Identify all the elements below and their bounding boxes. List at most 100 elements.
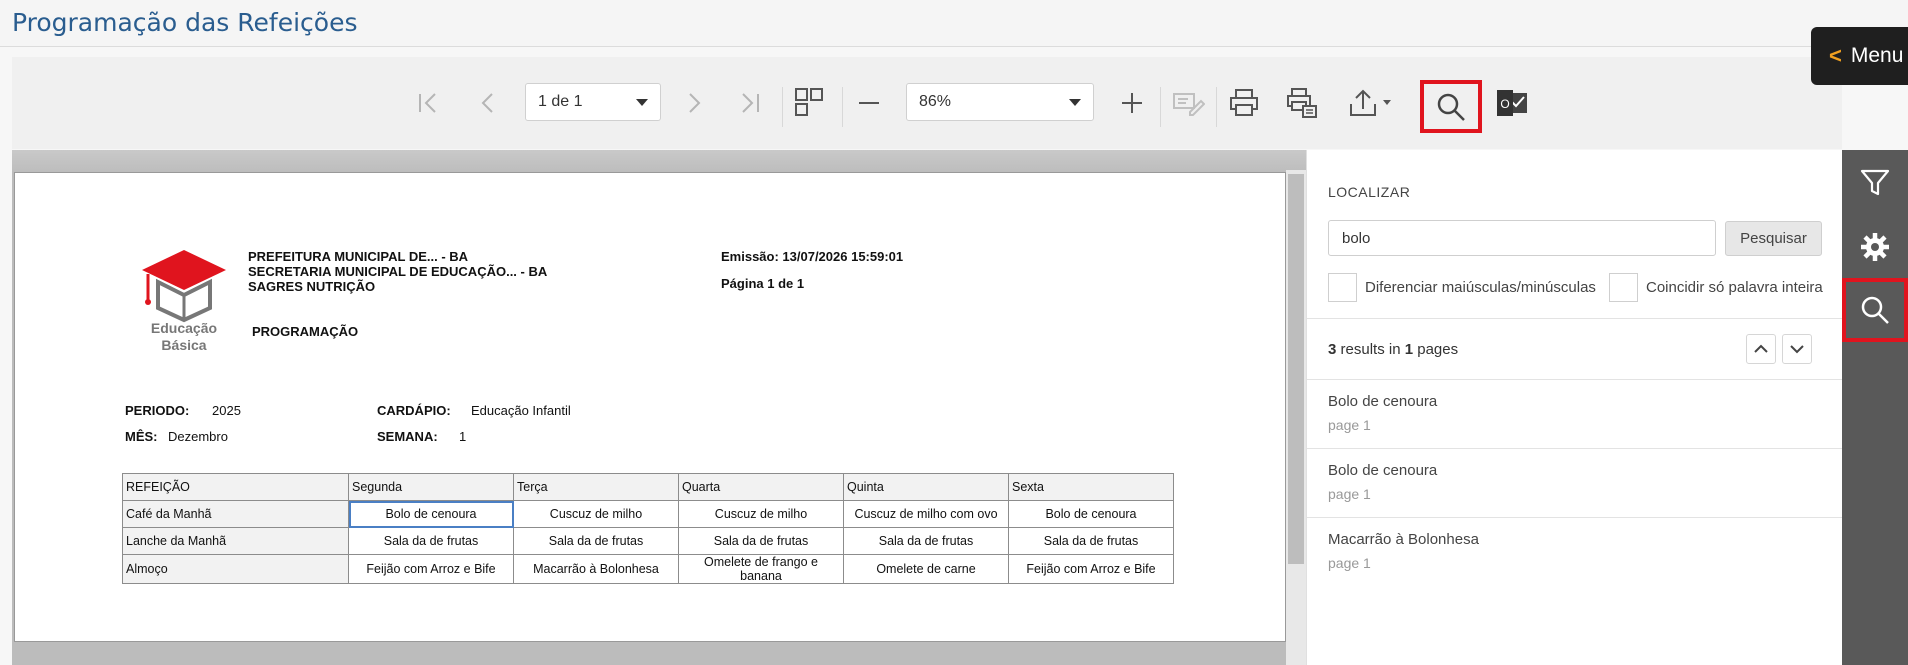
table-header-cell: Quarta (678, 473, 844, 501)
results-pages: 1 (1404, 341, 1414, 358)
mes-value: Dezembro (168, 429, 228, 444)
table-cell-highlighted: Bolo de cenoura (348, 500, 514, 528)
chevron-left-icon: < (1829, 43, 1842, 68)
outlook-badge-text: O (1500, 97, 1509, 111)
find-search-button[interactable]: Pesquisar (1725, 221, 1822, 256)
search-icon (1437, 93, 1465, 121)
zoom-select-value: 86% (919, 93, 952, 110)
next-result-button[interactable] (1782, 334, 1812, 364)
table-header-cell: REFEIÇÃO (122, 473, 349, 501)
meal-table: REFEIÇÃO Segunda Terça Quarta Quinta Sex… (122, 473, 1174, 584)
result-page: page 1 (1328, 417, 1371, 433)
table-cell: Lanche da Manhã (122, 527, 349, 555)
find-input[interactable] (1328, 220, 1716, 256)
chevron-up-icon (1754, 344, 1768, 353)
match-case-label: Diferenciar maiúsculas/minúsculas (1365, 279, 1596, 296)
results-mid-text: results in (1340, 341, 1401, 358)
cardapio-value: Educação Infantil (471, 403, 571, 418)
periodo-value: 2025 (212, 403, 241, 418)
zoom-out-button[interactable] (853, 87, 885, 119)
previous-result-button[interactable] (1746, 334, 1776, 364)
search-icon (1861, 296, 1889, 324)
last-page-icon (742, 93, 759, 113)
semana-value: 1 (459, 429, 467, 444)
table-cell: Café da Manhã (122, 500, 349, 528)
result-title: Bolo de cenoura (1328, 393, 1438, 410)
zoom-select[interactable]: 86% (906, 83, 1094, 121)
whole-word-label: Coincidir só palavra inteira (1646, 279, 1823, 296)
prev-page-icon (481, 93, 493, 113)
menu-label: Menu (1850, 44, 1904, 67)
cardapio-label: CARDÁPIO: (377, 403, 451, 418)
next-page-icon (689, 93, 701, 113)
find-panel-title: LOCALIZAR (1328, 184, 1411, 200)
match-case-checkbox[interactable] (1328, 273, 1357, 302)
search-result-item[interactable]: Macarrão à Bolonhesa page 1 (1307, 518, 1843, 587)
semana-label: SEMANA: (377, 429, 438, 444)
export-button[interactable] (1346, 85, 1398, 121)
table-cell: Sala da de frutas (843, 527, 1009, 555)
table-cell: Omelete de carne (843, 554, 1009, 584)
whole-word-checkbox[interactable] (1609, 273, 1638, 302)
menu-button[interactable]: < Menu (1811, 27, 1908, 85)
search-result-item[interactable]: Bolo de cenoura page 1 (1307, 449, 1843, 518)
table-cell: Bolo de cenoura (1008, 500, 1174, 528)
find-panel: LOCALIZAR Pesquisar Diferenciar maiúscul… (1306, 150, 1843, 665)
chevron-down-icon (636, 99, 648, 106)
view-mode-icon (795, 88, 823, 116)
table-header-cell: Segunda (348, 473, 514, 501)
settings-button[interactable] (1842, 216, 1908, 278)
page-info: Página 1 de 1 (721, 276, 805, 291)
next-page-button[interactable] (678, 87, 710, 119)
table-row: Lanche da Manhã Sala da de frutas Sala d… (122, 527, 1174, 555)
result-title: Bolo de cenoura (1328, 462, 1438, 479)
prev-page-button[interactable] (472, 87, 504, 119)
mes-label: MÊS: (125, 429, 158, 444)
table-header-cell: Sexta (1008, 473, 1174, 501)
logo-text-line: Educação (150, 320, 218, 336)
edit-button[interactable] (1170, 85, 1206, 121)
table-cell: Sala da de frutas (348, 527, 514, 555)
table-row: Almoço Feijão com Arroz e Bife Macarrão … (122, 554, 1174, 584)
header-line: PREFEITURA MUNICIPAL DE... - BA (248, 249, 469, 264)
table-cell: Cuscuz de milho (678, 500, 844, 528)
table-cell: Sala da de frutas (678, 527, 844, 555)
export-icon (1350, 89, 1391, 116)
logo-text-line: Básica (161, 337, 207, 353)
results-summary: 3 results in 1 pages (1328, 341, 1458, 358)
emission-date: Emissão: 13/07/2026 15:59:01 (721, 249, 904, 264)
table-header-row: REFEIÇÃO Segunda Terça Quarta Quinta Sex… (122, 473, 1174, 501)
print-options-button[interactable] (1284, 85, 1320, 121)
viewer-toolbar: 1 de 1 86% O (12, 57, 1842, 149)
outlook-button[interactable]: O (1492, 83, 1532, 123)
zoom-in-icon (1122, 93, 1142, 113)
last-page-button[interactable] (734, 87, 766, 119)
logo-caption: Educação Básica (132, 320, 236, 354)
zoom-in-button[interactable] (1116, 87, 1148, 119)
app-header: Programação das Refeições (0, 0, 1908, 47)
toolbar-divider (842, 87, 843, 127)
toolbar-divider (1160, 87, 1161, 127)
print-button[interactable] (1226, 85, 1262, 121)
search-result-item[interactable]: Bolo de cenoura page 1 (1307, 380, 1843, 449)
report-viewer (12, 150, 1306, 665)
table-header-cell: Terça (513, 473, 679, 501)
search-button[interactable] (1420, 80, 1482, 133)
section-title: PROGRAMAÇÃO (252, 324, 359, 339)
table-header-cell: Quinta (843, 473, 1009, 501)
toolbar-divider (1216, 87, 1217, 127)
view-mode-button[interactable] (792, 85, 826, 119)
search-panel-button[interactable] (1842, 278, 1908, 342)
first-page-button[interactable] (412, 87, 444, 119)
first-page-icon (419, 93, 436, 113)
page-select[interactable]: 1 de 1 (525, 83, 661, 121)
result-page: page 1 (1328, 486, 1371, 502)
scrollbar-thumb[interactable] (1288, 174, 1304, 564)
table-cell: Cuscuz de milho com ovo (843, 500, 1009, 528)
table-cell: Macarrão à Bolonhesa (513, 554, 679, 584)
filter-button[interactable] (1842, 152, 1908, 214)
table-cell: Almoço (122, 554, 349, 584)
report-header: PREFEITURA MUNICIPAL DE... - BA SECRETAR… (248, 249, 547, 294)
outlook-icon: O (1497, 90, 1527, 116)
header-line: SECRETARIA MUNICIPAL DE EDUCAÇÃO... - BA (248, 264, 548, 279)
